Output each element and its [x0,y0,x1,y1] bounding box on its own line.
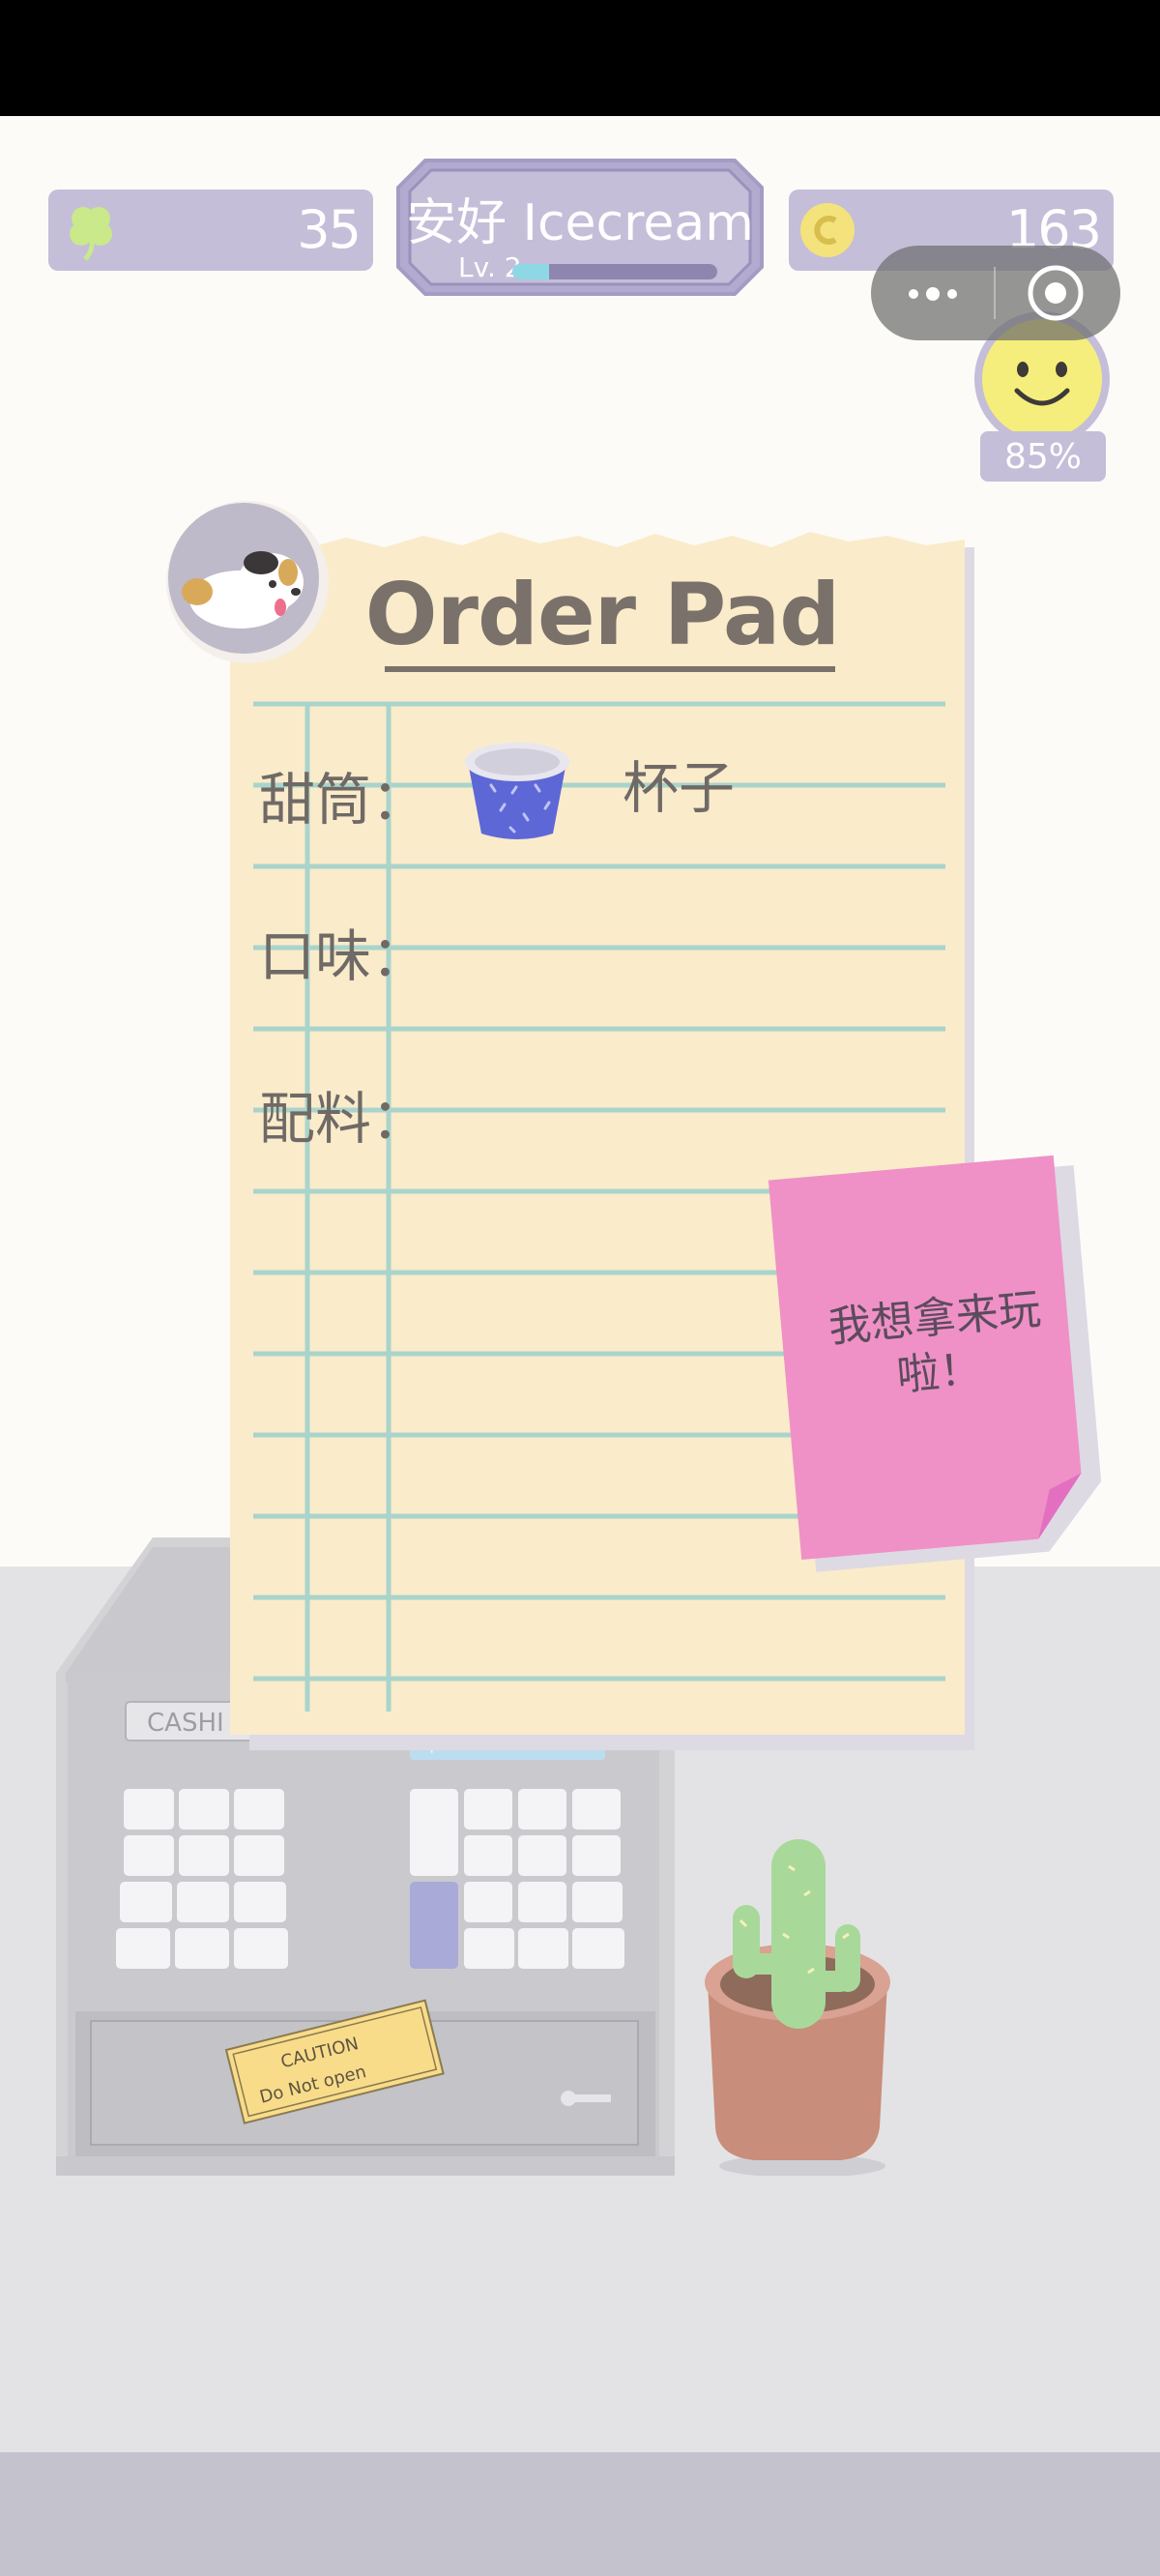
sticky-note[interactable]: 我想拿来玩 啦！ [768,1154,1107,1573]
coin-icon [800,203,855,257]
status-bar [0,0,1160,116]
shop-title: 安好 Icecream [406,194,754,252]
level-label: Lv. 2 [458,251,522,283]
cashier-label: CASHI [147,1709,224,1738]
shop-title-plate: 安好 Icecream Lv. 2 [396,155,764,300]
topping-label: 配料： [259,1086,428,1152]
capsule-divider [994,267,996,319]
cactus-plant [705,1839,890,2176]
order-pad-title: Order Pad [364,565,840,664]
paper-cup-icon[interactable] [462,737,572,841]
mood-percent-badge: 85% [980,431,1106,482]
close-miniprogram-icon[interactable] [1026,263,1086,323]
bottom-bar [0,2452,1160,2576]
level-progress-fill [512,264,550,279]
more-options-icon[interactable] [902,275,964,313]
cone-label: 甜筒： [259,767,428,833]
level-progress-bar [512,264,717,279]
customer-dog-avatar [166,501,329,663]
menu-capsule [871,246,1120,340]
clover-counter[interactable]: 35 [48,190,373,271]
flavor-label: 口味： [259,923,428,989]
mood-percent: 85% [1003,437,1082,477]
sticky-note-text: 我想拿来玩 啦！ [802,1280,1072,1411]
clover-count: 35 [297,199,362,260]
clover-icon [70,207,112,261]
cone-value: 杯子 [623,755,736,821]
